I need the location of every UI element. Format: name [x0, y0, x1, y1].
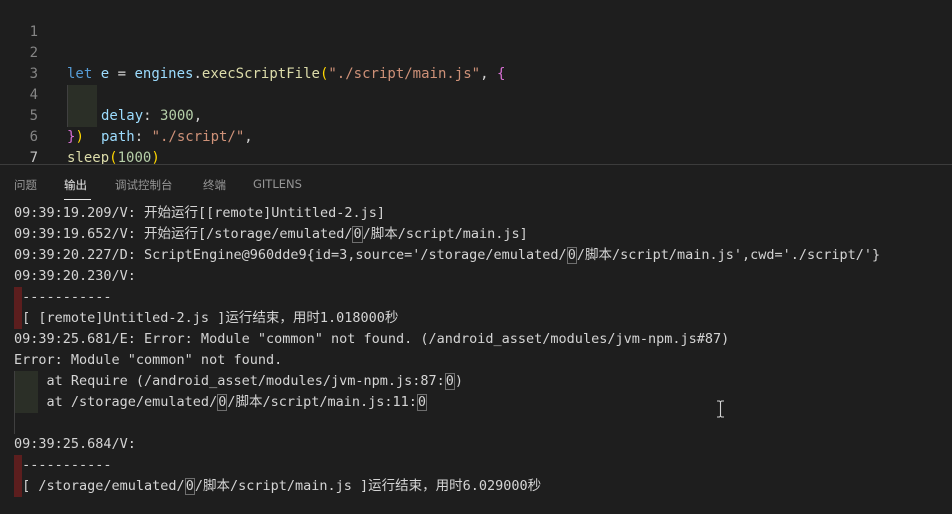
output-line: 09:39:25.681/E: Error: Module "common" n… — [14, 331, 730, 347]
output-text: at Require (/android_asset/modules/jvm-n… — [14, 373, 445, 389]
output-line: 09:39:20.227/D: ScriptEngine@960dde9{id=… — [14, 245, 880, 266]
output-text: /脚本/script/main.js] — [362, 226, 528, 242]
output-text: 0 — [352, 226, 363, 243]
panel-tabs: 问题 输出 调试控制台 终端 GITLENS — [0, 165, 952, 203]
tab-debug-console[interactable]: 调试控制台 — [115, 177, 173, 193]
code-line-5: 5 }) — [0, 85, 952, 145]
tab-gitlens[interactable]: GITLENS — [253, 177, 302, 191]
code-line-6: 6 sleep(1000) — [0, 106, 952, 166]
output-text: /脚本/script/main.js:11: — [227, 394, 417, 410]
output-line: 09:39:25.684/V: — [14, 436, 136, 452]
output-text: 09:39:19.652/V: 开始运行[/storage/emulated/ — [14, 226, 353, 242]
output-text: 09:39:20.227/D: ScriptEngine@960dde9{id=… — [14, 247, 567, 263]
vscode-window: 1 2 let e = engines.execScriptFile("./sc… — [0, 0, 952, 514]
active-tab-indicator — [64, 199, 91, 200]
tab-terminal[interactable]: 终端 — [203, 177, 226, 193]
output-text: 0 — [566, 247, 577, 264]
code-editor[interactable]: 1 2 let e = engines.execScriptFile("./sc… — [0, 0, 952, 187]
output-text: /脚本/script/main.js',cwd='./script/'} — [576, 247, 881, 263]
output-text: 0 — [217, 394, 228, 411]
code-line-1: 1 — [0, 1, 952, 40]
indent-guide — [14, 413, 15, 434]
output-line: [ /storage/emulated/0/脚本/script/main.js … — [14, 476, 541, 497]
output-line: 09:39:19.209/V: 开始运行[[remote]Untitled-2.… — [14, 205, 385, 221]
output-line: ----------- — [14, 289, 112, 305]
code-line-3: 3 delay: 3000, — [0, 43, 952, 124]
output-text: at /storage/emulated/ — [14, 394, 218, 410]
output-line: at /storage/emulated/0/脚本/script/main.js… — [14, 392, 428, 413]
code-line-7: 7 log(e.getEngine()); — [0, 127, 952, 187]
output-line: at Require (/android_asset/modules/jvm-n… — [14, 371, 463, 392]
code-line-2: 2 let e = engines.execScriptFile("./scri… — [0, 22, 952, 82]
tab-problems[interactable]: 问题 — [14, 177, 37, 193]
code-line-4: 4 path: "./script/", — [0, 64, 952, 145]
output-text: [ /storage/emulated/ — [14, 478, 185, 494]
output-text: 0 — [184, 478, 195, 495]
output-line: [ [remote]Untitled-2.js ]运行结束，用时1.018000… — [14, 310, 399, 326]
output-line: 09:39:19.652/V: 开始运行[/storage/emulated/0… — [14, 224, 528, 245]
output-text: 0 — [416, 394, 428, 411]
tab-output[interactable]: 输出 — [64, 177, 87, 193]
output-line: 09:39:20.230/V: — [14, 268, 136, 284]
text-cursor-icon — [717, 400, 724, 418]
output-text: ) — [454, 373, 464, 389]
output-text: 0 — [444, 373, 455, 390]
output-line: Error: Module "common" not found. — [14, 352, 283, 368]
output-line: ----------- — [14, 457, 112, 473]
output-text: /脚本/script/main.js ]运行结束，用时6.029000秒 — [194, 478, 542, 494]
